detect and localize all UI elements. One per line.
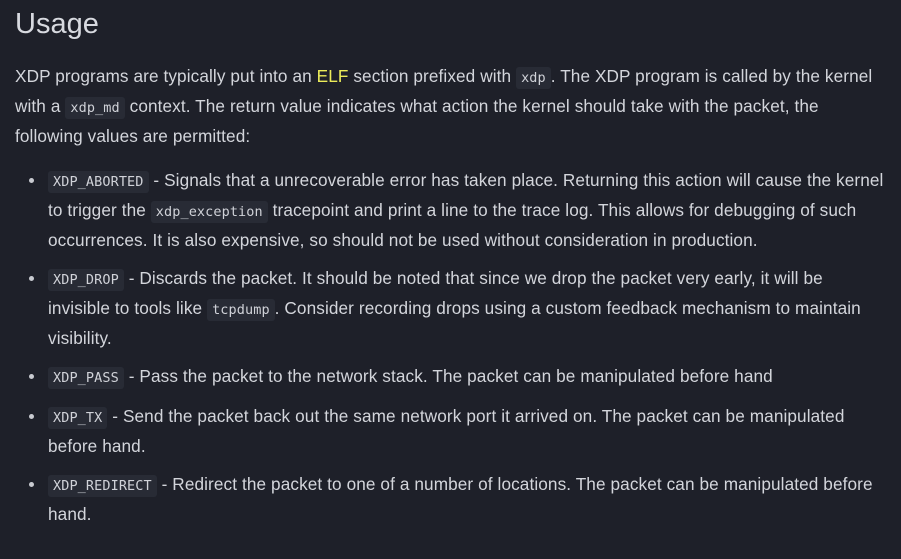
usage-section: Usage XDP programs are typically put int… xyxy=(0,6,901,528)
inline-code: xdp_exception xyxy=(150,201,268,223)
list-item: XDP_REDIRECT - Redirect the packet to on… xyxy=(29,470,889,528)
elf-term-link[interactable]: ELF xyxy=(317,66,349,86)
return-code: XDP_PASS xyxy=(48,367,124,389)
list-item: XDP_PASS - Pass the packet to the networ… xyxy=(29,362,889,392)
intro-text: section prefixed with xyxy=(348,66,517,86)
item-text: - Send the packet back out the same netw… xyxy=(48,406,845,456)
return-code: XDP_DROP xyxy=(48,269,124,291)
return-code: XDP_TX xyxy=(48,407,108,429)
inline-code: xdp_md xyxy=(65,97,125,119)
return-code: XDP_ABORTED xyxy=(48,171,149,193)
intro-text: XDP programs are typically put into an xyxy=(15,66,317,86)
return-values-list: XDP_ABORTED - Signals that a unrecoverab… xyxy=(15,166,889,528)
inline-code: tcpdump xyxy=(207,299,275,321)
item-text: - Redirect the packet to one of a number… xyxy=(48,474,873,524)
section-heading: Usage xyxy=(15,8,99,40)
inline-code: xdp xyxy=(516,67,551,89)
item-text: - Pass the packet to the network stack. … xyxy=(123,366,773,386)
list-item: XDP_TX - Send the packet back out the sa… xyxy=(29,402,889,460)
list-item: XDP_DROP - Discards the packet. It shoul… xyxy=(29,264,889,352)
return-code: XDP_REDIRECT xyxy=(48,475,157,497)
intro-text: context. The return value indicates what… xyxy=(15,96,819,146)
list-item: XDP_ABORTED - Signals that a unrecoverab… xyxy=(29,166,889,254)
intro-paragraph: XDP programs are typically put into an E… xyxy=(15,62,889,150)
